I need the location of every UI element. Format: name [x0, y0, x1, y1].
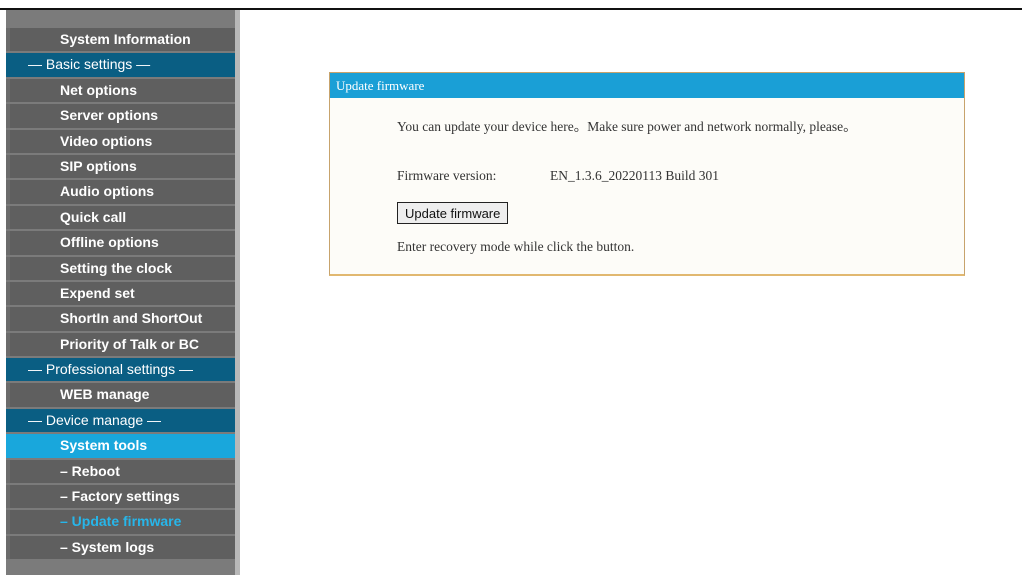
sidebar-subitem-update-firmware[interactable]: – Update firmware: [6, 510, 235, 534]
sidebar-item-priority-talk-bc[interactable]: Priority of Talk or BC: [6, 332, 235, 357]
sidebar-item-video-options[interactable]: Video options: [6, 129, 235, 153]
main-content: Update firmware You can update your devi…: [241, 10, 1022, 575]
update-firmware-panel: Update firmware You can update your devi…: [329, 72, 965, 276]
sidebar-item-setting-the-clock[interactable]: Setting the clock: [6, 256, 235, 280]
panel-title: Update firmware: [330, 73, 964, 98]
sidebar-item-audio-options[interactable]: Audio options: [6, 180, 235, 204]
update-firmware-button[interactable]: Update firmware: [397, 202, 509, 224]
update-description: You can update your device here。Make sur…: [397, 119, 857, 134]
sidebar-item-shortin-shortout[interactable]: ShortIn and ShortOut: [6, 307, 235, 331]
sidebar-subitem-reboot[interactable]: – Reboot: [6, 459, 235, 484]
firmware-version-label: Firmware version:: [397, 168, 497, 183]
sidebar-item-system-tools[interactable]: System tools: [6, 434, 235, 458]
sidebar-subitem-factory-settings[interactable]: – Factory settings: [6, 485, 235, 509]
sidebar-subitem-system-logs[interactable]: – System logs: [6, 535, 235, 560]
sidebar-item-offline-options[interactable]: Offline options: [6, 231, 235, 255]
firmware-version-value: EN_1.3.6_20220113 Build 301: [550, 168, 720, 183]
sidebar-item-quick-call[interactable]: Quick call: [6, 205, 235, 230]
sidebar-item-net-options[interactable]: Net options: [6, 78, 235, 103]
sidebar-item-web-manage[interactable]: WEB manage: [6, 383, 235, 407]
sidebar-footer: [6, 565, 235, 575]
sidebar-nav: System Information — Basic settings — Ne…: [6, 10, 240, 575]
sidebar-item-system-information[interactable]: System Information: [6, 28, 235, 52]
sidebar-item-sip-options[interactable]: SIP options: [6, 154, 235, 179]
sidebar-section-device-manage: — Device manage —: [6, 408, 235, 433]
sidebar-item-server-options[interactable]: Server options: [6, 104, 235, 128]
sidebar-section-professional-settings: — Professional settings —: [6, 358, 235, 382]
sidebar-section-basic-settings: — Basic settings —: [6, 53, 235, 77]
recovery-mode-hint: Enter recovery mode while click the butt…: [397, 239, 635, 254]
sidebar-item-expend-set[interactable]: Expend set: [6, 281, 235, 306]
